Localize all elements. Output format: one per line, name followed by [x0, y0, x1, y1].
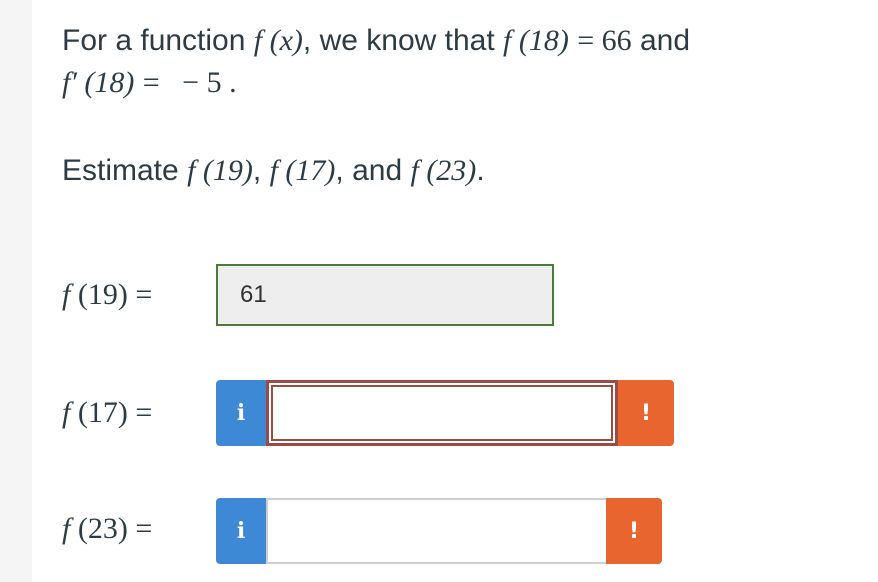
answer-field-f19[interactable]: 61 — [216, 264, 554, 326]
answer-label-f17: f (17) = — [62, 396, 217, 430]
problem-statement: For a function f (x), we know that f (18… — [62, 20, 852, 104]
answer-label-f23: f (23) = — [62, 512, 217, 546]
math-eq-66: = 66 — [577, 24, 632, 57]
problem-known-text: , we know that — [302, 24, 495, 57]
estimate-instruction: Estimate f (19), f (17), and f (23). — [62, 150, 485, 192]
math-f18: f (18) — [503, 24, 569, 57]
answer-row-f19: f (19) = — [62, 262, 217, 328]
info-icon: i — [236, 518, 246, 544]
answer-input-f17[interactable] — [269, 383, 615, 443]
info-button-f23[interactable]: i — [216, 498, 266, 564]
info-button-f17[interactable]: i — [216, 380, 266, 446]
warning-icon: ! — [640, 400, 652, 426]
label-eq: = — [127, 396, 153, 429]
problem-line-1: For a function f (x), we know that f (18… — [62, 20, 852, 62]
label-eq: = — [127, 278, 153, 311]
warning-button-f17[interactable]: ! — [618, 380, 674, 446]
warning-icon: ! — [628, 518, 640, 544]
math-fprime18: f′ (18) — [62, 66, 135, 99]
math-fx: f (x) — [253, 24, 303, 57]
answer-input-wrap-f23 — [266, 498, 608, 564]
label-arg: (17) — [70, 396, 128, 429]
problem-and-text: and — [639, 24, 691, 57]
answer-input-f23[interactable] — [268, 500, 606, 562]
label-eq: = — [127, 512, 153, 545]
left-rail — [0, 0, 32, 582]
problem-line-2: f′ (18) = − 5 . — [62, 62, 852, 104]
label-arg: (19) — [70, 278, 128, 311]
estimate-prefix: Estimate — [62, 154, 179, 187]
warning-button-f23[interactable]: ! — [606, 498, 662, 564]
estimate-sep1: , — [252, 154, 262, 187]
estimate-suffix: . — [476, 154, 485, 187]
math-eq-neg5: = − 5 . — [142, 66, 237, 99]
problem-intro-text: For a function — [62, 24, 246, 57]
label-arg: (23) — [70, 512, 128, 545]
answer-input-wrap-f17 — [266, 380, 618, 446]
answer-row-f23: f (23) = — [62, 496, 217, 562]
math-f17: f (17) — [269, 154, 336, 187]
answer-row-f17: f (17) = — [62, 380, 217, 446]
math-f23: f (23) — [410, 154, 477, 187]
math-f19: f (19) — [187, 154, 253, 187]
answer-value-f19: 61 — [240, 281, 267, 308]
answer-label-f19: f (19) = — [62, 278, 217, 312]
estimate-sep2: , and — [335, 154, 403, 187]
info-icon: i — [236, 400, 246, 426]
